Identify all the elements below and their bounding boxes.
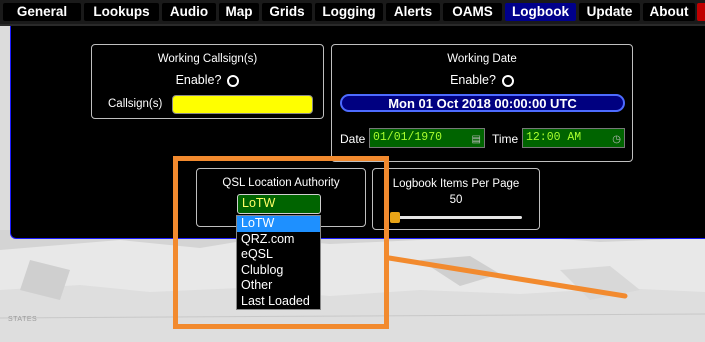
logbook-items-value: 50: [449, 194, 463, 206]
date-input[interactable]: 01/01/1970 ▤: [369, 128, 485, 148]
callsign-label: Callsign(s): [108, 98, 163, 110]
tab-logging[interactable]: Logging: [315, 3, 383, 21]
settings-tab-bar: General Lookups Audio Map Grids Logging …: [0, 0, 705, 26]
time-label: Time: [492, 132, 519, 146]
map-region-label: STATES: [8, 316, 38, 323]
qsl-authority-title: QSL Location Authority: [222, 177, 340, 189]
time-value: 12:00 AM: [526, 131, 582, 144]
tab-general[interactable]: General: [3, 3, 81, 21]
dropdown-option-lotw[interactable]: LoTW: [237, 216, 320, 232]
date-value: 01/01/1970: [373, 131, 443, 144]
clock-icon[interactable]: ◷: [612, 132, 621, 150]
tab-overflow-edge[interactable]: [697, 3, 705, 21]
dropdown-option-last-loaded[interactable]: Last Loaded: [237, 294, 320, 310]
tab-alerts[interactable]: Alerts: [386, 3, 440, 21]
callsign-input[interactable]: [172, 95, 313, 114]
date-label: Date: [340, 132, 366, 146]
tab-about[interactable]: About: [643, 3, 695, 21]
qsl-authority-dropdown: LoTW QRZ.com eQSL Clublog Other Last Loa…: [236, 215, 321, 310]
dropdown-option-other[interactable]: Other: [237, 278, 320, 294]
dropdown-option-eqsl[interactable]: eQSL: [237, 247, 320, 263]
tab-map[interactable]: Map: [219, 3, 259, 21]
working-callsign-title: Working Callsign(s): [157, 53, 258, 65]
working-date-display: Mon 01 Oct 2018 00:00:00 UTC: [340, 94, 625, 112]
callsign-enable-row: Enable?: [92, 73, 323, 87]
map-landmass: [0, 236, 705, 342]
tab-oams[interactable]: OAMS: [443, 3, 502, 21]
tab-audio[interactable]: Audio: [162, 3, 216, 21]
logbook-items-title: Logbook Items Per Page: [392, 178, 520, 190]
time-input[interactable]: 12:00 AM ◷: [522, 128, 625, 148]
dropdown-option-clublog[interactable]: Clublog: [237, 263, 320, 279]
map-background: STATES: [0, 230, 705, 342]
tab-lookups[interactable]: Lookups: [84, 3, 159, 21]
tab-grids[interactable]: Grids: [262, 3, 312, 21]
date-enable-radio[interactable]: [501, 74, 514, 87]
dropdown-option-qrz[interactable]: QRZ.com: [237, 232, 320, 248]
working-callsign-box: Working Callsign(s) Enable? Callsign(s): [91, 44, 324, 119]
tab-update[interactable]: Update: [579, 3, 640, 21]
working-date-box: Working Date Enable? Mon 01 Oct 2018 00:…: [331, 44, 633, 162]
date-enable-row: Enable?: [332, 73, 632, 87]
working-date-title: Working Date: [447, 53, 517, 65]
calendar-icon[interactable]: ▤: [472, 132, 481, 150]
logbook-items-slider-thumb[interactable]: [390, 212, 400, 223]
callsign-enable-radio[interactable]: [227, 74, 240, 87]
date-enable-label: Enable?: [450, 73, 496, 87]
tab-logbook[interactable]: Logbook: [505, 3, 576, 21]
logbook-items-slider-track[interactable]: [394, 216, 522, 219]
qsl-authority-select[interactable]: LoTW: [237, 194, 321, 214]
callsign-enable-label: Enable?: [175, 73, 222, 87]
